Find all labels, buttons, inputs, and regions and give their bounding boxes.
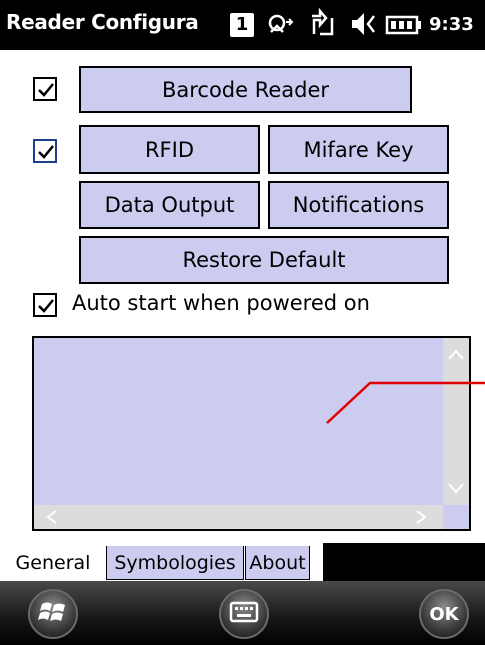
tab-symbologies[interactable]: Symbologies xyxy=(106,546,244,580)
tab-general[interactable]: General xyxy=(4,546,102,580)
scroll-down-icon[interactable] xyxy=(447,481,465,500)
scroll-left-icon[interactable] xyxy=(44,509,58,529)
window-title: Reader Configura xyxy=(6,10,199,34)
notifications-button[interactable]: Notifications xyxy=(268,181,449,229)
sync-icon[interactable] xyxy=(306,7,338,44)
keyboard-button[interactable] xyxy=(219,589,269,639)
network-icon[interactable] xyxy=(266,8,298,44)
tab-bar: General Symbologies About xyxy=(0,543,485,581)
auto-start-checkbox[interactable] xyxy=(33,293,57,317)
keyboard-icon xyxy=(229,600,259,628)
mifare-key-button[interactable]: Mifare Key xyxy=(268,125,449,174)
windows-start-icon xyxy=(38,597,68,631)
battery-icon[interactable] xyxy=(384,8,424,44)
start-button[interactable] xyxy=(28,589,78,639)
ok-button[interactable]: OK xyxy=(419,589,469,639)
settings-content: Barcode Reader RFID Mifare Key Data Outp… xyxy=(0,50,485,543)
barcode-reader-checkbox[interactable] xyxy=(33,77,57,101)
volume-icon[interactable] xyxy=(346,8,378,44)
horizontal-scrollbar[interactable] xyxy=(34,505,445,529)
output-text-panel[interactable] xyxy=(32,336,471,531)
tab-about[interactable]: About xyxy=(245,546,310,580)
scrollbar-corner xyxy=(443,505,469,529)
notification-count-badge[interactable]: 1 xyxy=(230,13,254,37)
softkey-bar: OK xyxy=(0,581,485,645)
ok-label: OK xyxy=(429,603,459,625)
rfid-checkbox[interactable] xyxy=(33,139,57,163)
auto-start-label[interactable]: Auto start when powered on xyxy=(72,291,370,315)
barcode-reader-button[interactable]: Barcode Reader xyxy=(79,66,412,113)
rfid-button[interactable]: RFID xyxy=(79,125,260,174)
scroll-up-icon[interactable] xyxy=(447,346,465,365)
vertical-scrollbar[interactable] xyxy=(443,338,469,505)
scroll-right-icon[interactable] xyxy=(415,509,429,529)
restore-default-button[interactable]: Restore Default xyxy=(79,236,449,284)
data-output-button[interactable]: Data Output xyxy=(79,181,260,229)
title-bar: Reader Configura 1 9:33 xyxy=(0,0,485,50)
clock[interactable]: 9:33 xyxy=(429,14,474,35)
